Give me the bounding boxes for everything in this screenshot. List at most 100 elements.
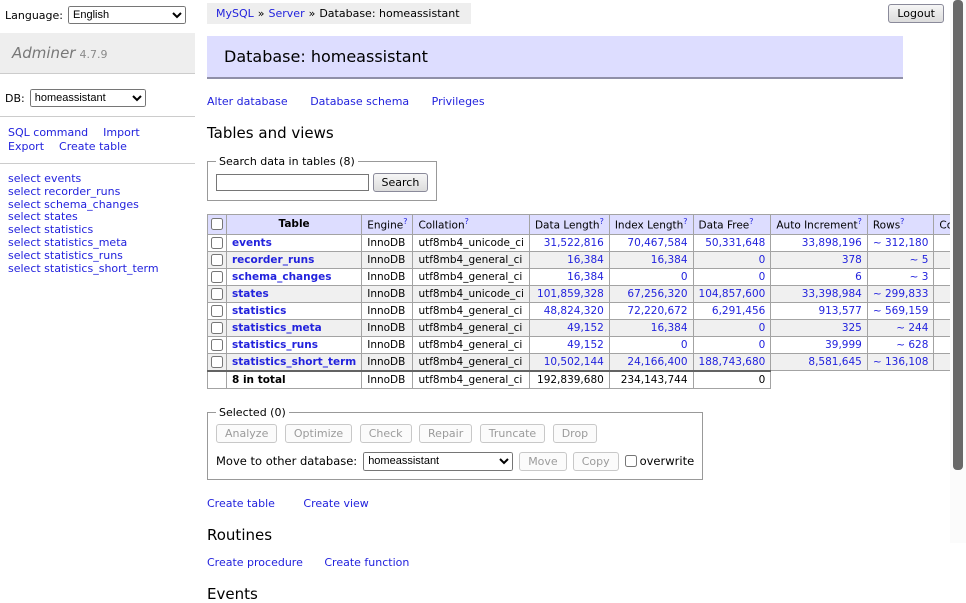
repair-button[interactable]: Repair [419, 424, 472, 443]
alter-database-link[interactable]: Alter database [207, 95, 288, 108]
row-checkbox[interactable] [211, 356, 223, 368]
row-checkbox[interactable] [211, 254, 223, 266]
rows-link[interactable]: ~ 299,833 [873, 288, 929, 300]
help-icon[interactable]: ? [749, 217, 753, 226]
rows-link[interactable]: ~ 3 [910, 271, 929, 283]
search-button[interactable]: Search [373, 173, 429, 192]
vertical-scrollbar[interactable] [950, 0, 966, 543]
data-length-link[interactable]: 48,824,320 [544, 305, 604, 317]
help-icon[interactable]: ? [403, 217, 407, 226]
rows-link[interactable]: ~ 312,180 [873, 237, 929, 249]
auto-increment-link[interactable]: 6 [855, 271, 862, 283]
data-free-link[interactable]: 0 [759, 322, 766, 334]
data-free-link[interactable]: 188,743,680 [699, 356, 766, 368]
rows-link[interactable]: ~ 569,159 [873, 305, 929, 317]
create-function-link[interactable]: Create function [324, 556, 409, 569]
data-length-link[interactable]: 10,502,144 [544, 356, 604, 368]
table-name-link[interactable]: statistics_short_term [232, 356, 356, 368]
export-link[interactable]: Export [8, 140, 44, 153]
data-free-link[interactable]: 0 [759, 254, 766, 266]
sidebar-item-select-statistics-runs[interactable]: select statistics_runs [8, 250, 195, 263]
index-length-link[interactable]: 0 [681, 339, 688, 351]
table-name-link[interactable]: statistics_runs [232, 339, 318, 351]
rows-link[interactable]: ~ 244 [896, 322, 928, 334]
data-free-link[interactable]: 6,291,456 [712, 305, 765, 317]
db-select[interactable]: homeassistant [30, 89, 146, 107]
copy-button[interactable]: Copy [573, 452, 619, 471]
sidebar-item-select-statistics-short-term[interactable]: select statistics_short_term [8, 263, 195, 276]
auto-increment-link[interactable]: 325 [842, 322, 862, 334]
index-length-link[interactable]: 0 [681, 271, 688, 283]
row-checkbox[interactable] [211, 237, 223, 249]
row-checkbox[interactable] [211, 322, 223, 334]
data-free-link[interactable]: 0 [759, 271, 766, 283]
breadcrumb-server-link[interactable]: Server [269, 7, 305, 20]
auto-increment-link[interactable]: 33,398,984 [802, 288, 862, 300]
data-length-link[interactable]: 101,859,328 [537, 288, 604, 300]
create-view-link[interactable]: Create view [303, 497, 368, 510]
index-length-link[interactable]: 16,384 [651, 254, 688, 266]
data-length-link[interactable]: 16,384 [567, 254, 604, 266]
data-length-link[interactable]: 16,384 [567, 271, 604, 283]
table-name-link[interactable]: statistics_meta [232, 322, 322, 334]
help-icon[interactable]: ? [900, 217, 904, 226]
rows-link[interactable]: ~ 628 [896, 339, 928, 351]
import-link[interactable]: Import [103, 126, 140, 139]
data-free-link[interactable]: 50,331,648 [705, 237, 765, 249]
scrollbar-thumb[interactable] [953, 0, 963, 470]
database-schema-link[interactable]: Database schema [310, 95, 409, 108]
move-button[interactable]: Move [519, 452, 567, 471]
move-row: Move to other database: homeassistant Mo… [216, 452, 694, 471]
table-name-link[interactable]: schema_changes [232, 271, 332, 283]
help-icon[interactable]: ? [465, 217, 469, 226]
optimize-button[interactable]: Optimize [285, 424, 352, 443]
auto-increment-link[interactable]: 913,577 [818, 305, 861, 317]
row-checkbox[interactable] [211, 271, 223, 283]
index-length-link[interactable]: 72,220,672 [627, 305, 687, 317]
auto-increment-link[interactable]: 8,581,645 [808, 356, 861, 368]
language-select[interactable]: English [68, 6, 186, 24]
row-checkbox[interactable] [211, 288, 223, 300]
index-length-link[interactable]: 24,166,400 [627, 356, 687, 368]
sidebar-item-select-recorder-runs[interactable]: select recorder_runs [8, 186, 195, 199]
data-length-link[interactable]: 49,152 [567, 339, 604, 351]
table-name-link[interactable]: events [232, 237, 272, 249]
drop-button[interactable]: Drop [553, 424, 597, 443]
select-all-checkbox[interactable] [211, 218, 223, 230]
help-icon[interactable]: ? [683, 217, 687, 226]
auto-increment-link[interactable]: 39,999 [825, 339, 862, 351]
sql-command-link[interactable]: SQL command [8, 126, 88, 139]
truncate-button[interactable]: Truncate [480, 424, 545, 443]
check-button[interactable]: Check [360, 424, 412, 443]
index-length-link[interactable]: 16,384 [651, 322, 688, 334]
move-db-select[interactable]: homeassistant [363, 452, 513, 471]
index-length-link[interactable]: 67,256,320 [627, 288, 687, 300]
create-table-link[interactable]: Create table [59, 140, 127, 153]
rows-link[interactable]: ~ 136,108 [873, 356, 929, 368]
breadcrumb-mysql-link[interactable]: MySQL [216, 7, 254, 20]
privileges-link[interactable]: Privileges [432, 95, 485, 108]
analyze-button[interactable]: Analyze [216, 424, 277, 443]
data-length-cell: 48,824,320 [529, 302, 609, 319]
row-checkbox[interactable] [211, 305, 223, 317]
data-free-link[interactable]: 104,857,600 [699, 288, 766, 300]
rows-link[interactable]: ~ 5 [910, 254, 929, 266]
data-free-link[interactable]: 0 [759, 339, 766, 351]
row-checkbox[interactable] [211, 339, 223, 351]
auto-increment-link[interactable]: 33,898,196 [802, 237, 862, 249]
help-icon[interactable]: ? [600, 217, 604, 226]
sidebar-item-select-statistics-meta[interactable]: select statistics_meta [8, 237, 195, 250]
create-table-link-bottom[interactable]: Create table [207, 497, 275, 510]
sidebar-item-select-events[interactable]: select events [8, 173, 195, 186]
table-name-link[interactable]: statistics [232, 305, 286, 317]
search-input[interactable] [216, 174, 369, 191]
index-length-link[interactable]: 70,467,584 [627, 237, 687, 249]
data-length-link[interactable]: 49,152 [567, 322, 604, 334]
table-name-link[interactable]: recorder_runs [232, 254, 314, 266]
overwrite-checkbox[interactable] [625, 455, 637, 467]
table-name-link[interactable]: states [232, 288, 269, 300]
data-length-link[interactable]: 31,522,816 [544, 237, 604, 249]
create-procedure-link[interactable]: Create procedure [207, 556, 303, 569]
auto-increment-link[interactable]: 378 [842, 254, 862, 266]
help-icon[interactable]: ? [858, 217, 862, 226]
